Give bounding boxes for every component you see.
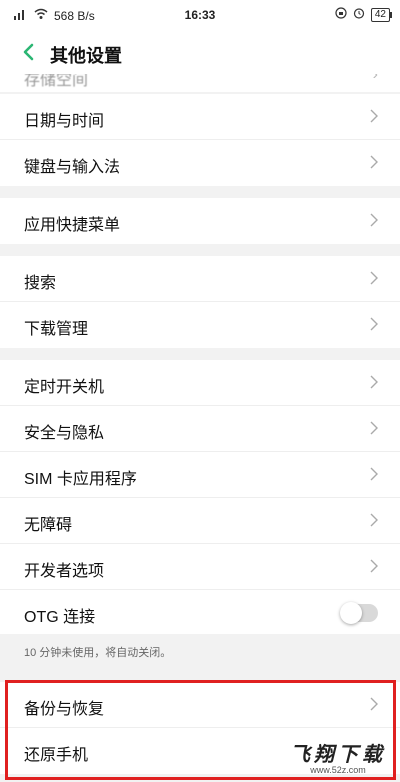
settings-item-label: SIM 卡应用程序: [24, 471, 137, 488]
settings-item-label: 安全与隐私: [24, 425, 105, 442]
otg-toggle[interactable]: [340, 602, 378, 624]
settings-item-label: 无障碍: [24, 517, 73, 534]
settings-group-1: 日期与时间 键盘与输入法: [0, 94, 400, 186]
settings-item-search[interactable]: 搜索: [0, 256, 400, 302]
chevron-right-icon: [370, 317, 378, 331]
partial-row-storage[interactable]: 存储空间 ›: [0, 74, 400, 92]
chevron-right-icon: [370, 697, 378, 711]
back-arrow-icon[interactable]: [18, 41, 40, 63]
settings-item-scheduled-power[interactable]: 定时开关机: [0, 360, 400, 406]
page-title: 其他设置: [50, 46, 122, 66]
chevron-right-icon: [370, 559, 378, 573]
settings-item-label: 日期与时间: [24, 113, 105, 130]
settings-item-label: 备份与恢复: [24, 701, 105, 718]
battery-indicator: 42: [370, 7, 393, 22]
settings-item-label: 键盘与输入法: [24, 159, 121, 176]
chevron-right-icon: [370, 513, 378, 527]
partial-row-label: 存储空间: [24, 74, 89, 89]
settings-group-3: 搜索 下载管理: [0, 256, 400, 348]
settings-item-backup-restore[interactable]: 备份与恢复: [0, 682, 400, 728]
app-header: 其他设置: [0, 30, 400, 74]
settings-item-label: 应用快捷菜单: [24, 217, 121, 234]
chevron-right-icon: [370, 109, 378, 123]
settings-item-accessibility[interactable]: 无障碍: [0, 498, 400, 544]
chevron-right-icon: [370, 421, 378, 435]
settings-item-label: 搜索: [24, 275, 57, 292]
settings-item-otg: OTG 连接: [0, 590, 400, 636]
alarm-icon: [353, 7, 365, 22]
toggle-knob: [340, 602, 362, 624]
settings-item-app-shortcuts[interactable]: 应用快捷菜单: [0, 198, 400, 244]
chevron-right-icon: [370, 155, 378, 169]
status-right: 42: [335, 7, 393, 22]
settings-group-4: 定时开关机 安全与隐私 SIM 卡应用程序 无障碍 开发者选项 OTG 连接: [0, 360, 400, 636]
chevron-right-icon: [370, 375, 378, 389]
settings-item-security-privacy[interactable]: 安全与隐私: [0, 406, 400, 452]
lock-rotation-icon: [335, 7, 347, 22]
watermark-logo: 飞翔下载 www.52z.com: [290, 738, 386, 775]
settings-group-2: 应用快捷菜单: [0, 198, 400, 244]
chevron-right-icon: [370, 467, 378, 481]
settings-item-label: 还原手机: [24, 747, 89, 764]
settings-item-developer-options[interactable]: 开发者选项: [0, 544, 400, 590]
chevron-right-icon: [370, 271, 378, 285]
settings-item-label: 开发者选项: [24, 563, 105, 580]
settings-item-label: OTG 连接: [24, 609, 96, 626]
chevron-right-icon: ›: [372, 74, 378, 83]
settings-item-download-manager[interactable]: 下载管理: [0, 302, 400, 348]
otg-note-text: 10 分钟未使用，将自动关闭。: [24, 647, 172, 659]
settings-item-sim-toolkit[interactable]: SIM 卡应用程序: [0, 452, 400, 498]
settings-item-keyboard[interactable]: 键盘与输入法: [0, 140, 400, 186]
settings-item-date-time[interactable]: 日期与时间: [0, 94, 400, 140]
settings-item-label: 下载管理: [24, 321, 89, 338]
chevron-right-icon: [370, 213, 378, 227]
otg-note: 10 分钟未使用，将自动关闭。: [0, 634, 400, 668]
status-bar: 568 B/s 16:33 42: [0, 0, 400, 30]
settings-item-label: 定时开关机: [24, 379, 105, 396]
watermark-main: 飞翔下载: [290, 744, 386, 766]
